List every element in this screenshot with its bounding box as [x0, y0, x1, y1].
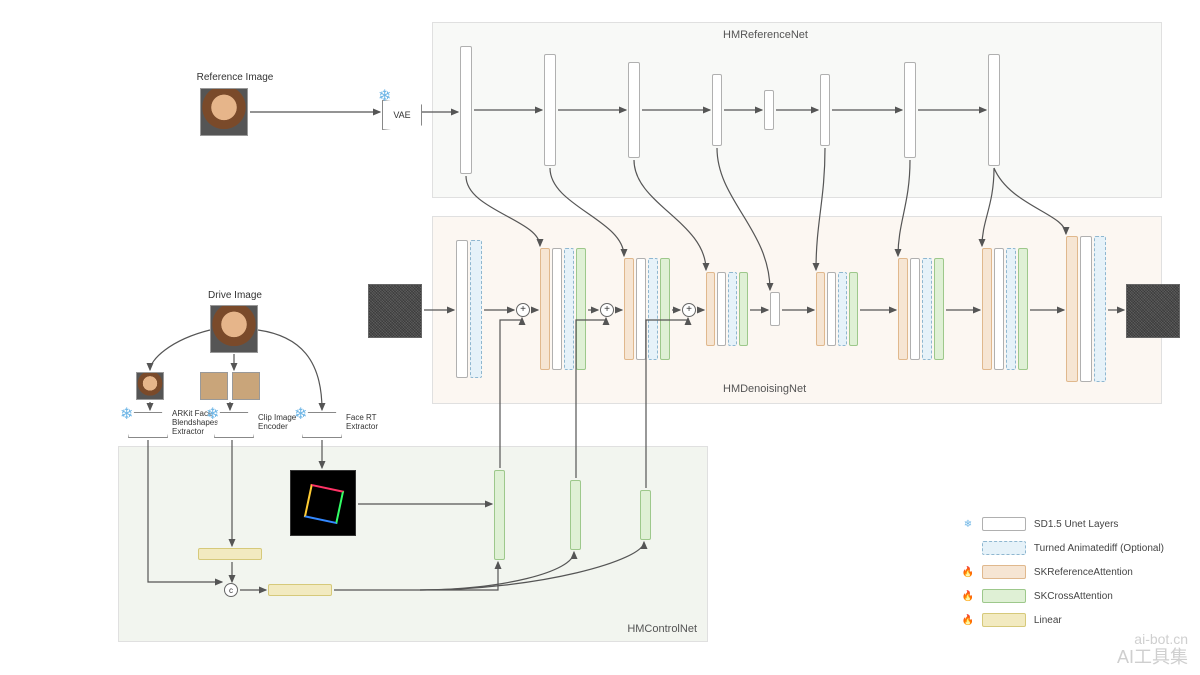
snowflake-icon: ❄	[206, 404, 219, 424]
denoise-s7-sd	[910, 258, 920, 360]
noise-input	[368, 284, 422, 338]
legend: ❄ SD1.5 Unet Layers Turned Animatediff (…	[958, 509, 1164, 635]
denoise-s2-ref	[540, 248, 550, 370]
snowflake-icon: ❄	[378, 86, 391, 106]
facert-extractor	[302, 412, 342, 438]
denoise-s3-ref	[624, 258, 634, 360]
denoise-s3-sd	[636, 258, 646, 360]
denoise-s7-ref	[898, 258, 908, 360]
refnet-layer-3	[628, 62, 640, 158]
flame-icon: 🔥	[958, 591, 978, 602]
add-node-s2: +	[516, 303, 530, 317]
watermark-line1: ai-bot.cn	[1117, 631, 1188, 648]
legend-swatch-anim	[982, 541, 1026, 555]
legend-row-anim: Turned Animatediff (Optional)	[958, 539, 1164, 557]
denoise-s7-anim	[922, 258, 932, 360]
denoise-s6-cross	[849, 272, 858, 346]
refnet-layer-6	[820, 74, 830, 146]
denoise-s7-cross	[934, 258, 944, 360]
denoise-s4-ref	[706, 272, 715, 346]
denoise-s4-anim	[728, 272, 737, 346]
label-reference-image: Reference Image	[185, 72, 285, 83]
denoise-s4-cross	[739, 272, 748, 346]
denoise-s1-sd	[456, 240, 468, 378]
legend-row-sd: ❄ SD1.5 Unet Layers	[958, 515, 1164, 533]
denoise-s1-anim	[470, 240, 482, 378]
flame-icon: 🔥	[958, 567, 978, 578]
denoise-s5-sd	[770, 292, 780, 326]
vae-label: VAE	[393, 110, 410, 120]
denoise-s8-sd	[994, 248, 1004, 370]
denoise-s8-cross	[1018, 248, 1028, 370]
snowflake-icon: ❄	[958, 519, 978, 530]
denoise-s2-anim	[564, 248, 574, 370]
legend-text-cross: SKCrossAttention	[1034, 591, 1113, 602]
drive-image	[210, 305, 258, 353]
denoise-s6-ref	[816, 272, 825, 346]
legend-row-linear: 🔥 Linear	[958, 611, 1164, 629]
drive-eye-crop-1	[200, 372, 228, 400]
legend-text-sd: SD1.5 Unet Layers	[1034, 519, 1119, 530]
legend-swatch-ref	[982, 565, 1026, 579]
drive-eye-crop-2	[232, 372, 260, 400]
legend-row-ref: 🔥 SKReferenceAttention	[958, 563, 1164, 581]
control-out-1	[494, 470, 505, 560]
denoise-out-sd	[1080, 236, 1092, 382]
drive-face-crop	[136, 372, 164, 400]
refnet-layer-4	[712, 74, 722, 146]
denoise-s8-ref	[982, 248, 992, 370]
refnet-layer-7	[904, 62, 916, 158]
noise-output	[1126, 284, 1180, 338]
legend-swatch-linear	[982, 613, 1026, 627]
panel-hmcontrolnet: HMControlNet	[118, 446, 708, 642]
legend-text-ref: SKReferenceAttention	[1034, 567, 1133, 578]
legend-text-linear: Linear	[1034, 615, 1062, 626]
add-node-s3: +	[600, 303, 614, 317]
reference-image	[200, 88, 248, 136]
control-out-2	[570, 480, 581, 550]
label-drive-image: Drive Image	[195, 290, 275, 301]
label-facert: Face RT Extractor	[346, 414, 402, 432]
control-out-3	[640, 490, 651, 540]
watermark: ai-bot.cn AI工具集	[1117, 631, 1188, 669]
snowflake-icon: ❄	[120, 404, 133, 424]
label-hmreferencenet: HMReferenceNet	[723, 29, 808, 41]
refnet-layer-8	[988, 54, 1000, 166]
denoise-s6-anim	[838, 272, 847, 346]
denoise-out-ref	[1066, 236, 1078, 382]
linear-1	[198, 548, 262, 560]
denoise-s6-sd	[827, 272, 836, 346]
panel-hmreferencenet: HMReferenceNet	[432, 22, 1162, 198]
denoise-s4-sd	[717, 272, 726, 346]
flame-icon: 🔥	[958, 615, 978, 626]
denoise-s2-sd	[552, 248, 562, 370]
concat-node: c	[224, 583, 238, 597]
legend-swatch-sd	[982, 517, 1026, 531]
label-hmdenoisingnet: HMDenoisingNet	[723, 383, 806, 395]
snowflake-icon: ❄	[294, 404, 307, 424]
watermark-line2: AI工具集	[1117, 647, 1188, 669]
clip-encoder	[214, 412, 254, 438]
refnet-layer-2	[544, 54, 556, 166]
denoise-s3-cross	[660, 258, 670, 360]
rt-visualization	[290, 470, 356, 536]
refnet-layer-5	[764, 90, 774, 130]
legend-swatch-cross	[982, 589, 1026, 603]
legend-text-anim: Turned Animatediff (Optional)	[1034, 543, 1164, 554]
linear-2	[268, 584, 332, 596]
refnet-layer-1	[460, 46, 472, 174]
label-hmcontrolnet: HMControlNet	[627, 623, 697, 635]
arkit-extractor	[128, 412, 168, 438]
add-node-s4: +	[682, 303, 696, 317]
denoise-s3-anim	[648, 258, 658, 360]
denoise-s8-anim	[1006, 248, 1016, 370]
denoise-out-anim	[1094, 236, 1106, 382]
legend-row-cross: 🔥 SKCrossAttention	[958, 587, 1164, 605]
denoise-s2-cross	[576, 248, 586, 370]
